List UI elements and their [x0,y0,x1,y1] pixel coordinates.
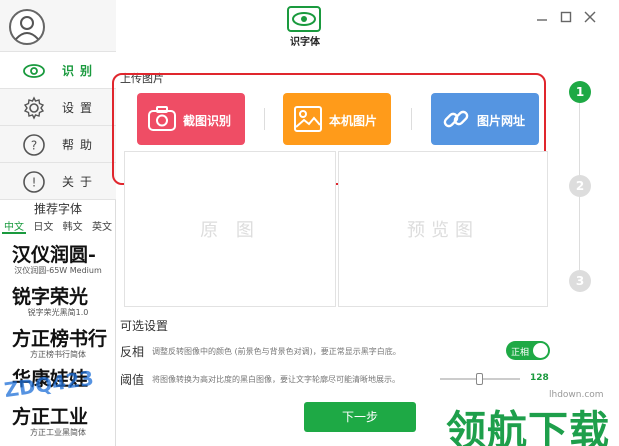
font-sample: 方正榜书行 [12,328,108,350]
divider [264,108,265,130]
minimize-icon[interactable] [535,10,549,24]
sidebar-item-label: 识别 [62,64,99,78]
avatar[interactable] [9,9,45,45]
sidebar-item-label: 设置 [62,101,99,115]
tab-english[interactable]: 英文 [90,218,114,234]
toggle-label: 正相 [511,348,530,358]
info-icon: ! [23,171,45,193]
lang-tabs: 中文 日文 韩文 英文 [2,218,114,234]
slider-thumb[interactable] [476,373,483,385]
screenshot-recognize-button[interactable]: 截图识别 [137,93,245,145]
help-icon: ? [23,134,45,156]
threshold-value: 128 [530,373,549,383]
threshold-label: 阈值 [120,373,145,387]
maximize-icon[interactable] [559,10,573,24]
sidebar-item-recognize[interactable]: 识别 [0,52,116,89]
user-area [0,0,116,52]
sidebar-item-about[interactable]: ! 关于 [0,163,116,200]
app-title: 识字体 [290,37,320,48]
invert-option-row: 反相 调整反转图像中的颜色 (前景色与背景色对调)，要正常显示黑字白底。 正相 [120,341,560,361]
logo-eye-icon [287,6,321,32]
threshold-slider[interactable] [440,373,520,385]
font-sample: 锐字荣光 [12,286,89,308]
invert-toggle[interactable]: 正相 [506,341,550,360]
camera-icon [148,106,176,131]
tab-chinese[interactable]: 中文 [2,218,26,234]
threshold-description: 将图像转换为高对比度的黑白图像，要让文字轮廓尽可能清晰地展示。 [152,375,400,384]
divider [411,108,412,130]
list-item[interactable]: 方正榜书行 方正榜书行简体 [0,322,116,364]
watermark-text: 领航下载 [446,408,610,446]
eye-icon [23,64,45,78]
user-icon [15,16,39,40]
sidebar-item-help[interactable]: ? 帮助 [0,126,116,163]
button-label: 图片网址 [477,114,526,128]
invert-label: 反相 [120,345,145,359]
font-name: 方正工业黑简体 [30,428,86,437]
step-indicator-3: 3 [569,270,591,292]
threshold-option-row: 阈值 将图像转换为高对比度的黑白图像，要让文字轮廓尽可能清晰地展示。 128 [120,369,560,389]
svg-text:!: ! [32,176,37,190]
svg-text:?: ? [31,139,37,153]
list-item[interactable]: 方正工业 方正工业黑简体 [0,400,116,442]
image-url-button[interactable]: 图片网址 [431,93,539,145]
next-step-button[interactable]: 下一步 [304,402,416,432]
preview-label: 预览图 [407,220,479,241]
font-name: 汉仪润圆-65W Medium [14,266,102,275]
list-item[interactable]: 汉仪润圆- 汉仪润圆-65W Medium [0,238,116,280]
recommend-title: 推荐字体 [33,202,82,216]
sidebar-item-label: 帮助 [62,138,99,152]
sidebar: 识别 设置 ? 帮助 ! 关于 推荐字体 中文 日文 韩文 英文 汉仪润圆- 汉… [0,0,116,446]
font-list: 汉仪润圆- 汉仪润圆-65W Medium 锐字荣光 锐字荣光黑简1.0 方正榜… [0,238,116,446]
toggle-knob [533,343,548,358]
original-label: 原 图 [200,220,260,241]
step-indicator-2: 2 [569,175,591,197]
button-label: 本机图片 [329,114,378,128]
sidebar-item-label: 关于 [62,175,99,189]
sidebar-item-settings[interactable]: 设置 [0,89,116,126]
tab-japanese[interactable]: 日文 [31,218,55,234]
local-image-button[interactable]: 本机图片 [283,93,391,145]
preview-image-panel: 预览图 [338,151,548,307]
gear-icon [23,96,45,120]
image-icon [294,106,322,132]
invert-description: 调整反转图像中的颜色 (前景色与背景色对调)，要正常显示黑字白底。 [152,347,401,356]
options-title: 可选设置 [120,319,169,333]
original-image-panel: 原 图 [124,151,336,307]
step-indicator-1: 1 [569,81,591,103]
title-bar: 识字体 [117,0,619,52]
list-item[interactable]: 锐字荣光 锐字荣光黑简1.0 [0,280,116,322]
link-icon [443,110,469,128]
font-name: 锐字荣光黑简1.0 [27,308,89,317]
button-label: 截图识别 [183,114,232,128]
font-sample: 方正工业 [12,406,89,428]
font-name: 方正榜书行简体 [30,350,86,359]
font-sample: 汉仪润圆- [12,244,96,266]
close-icon[interactable] [583,10,597,24]
tab-korean[interactable]: 韩文 [61,218,85,234]
